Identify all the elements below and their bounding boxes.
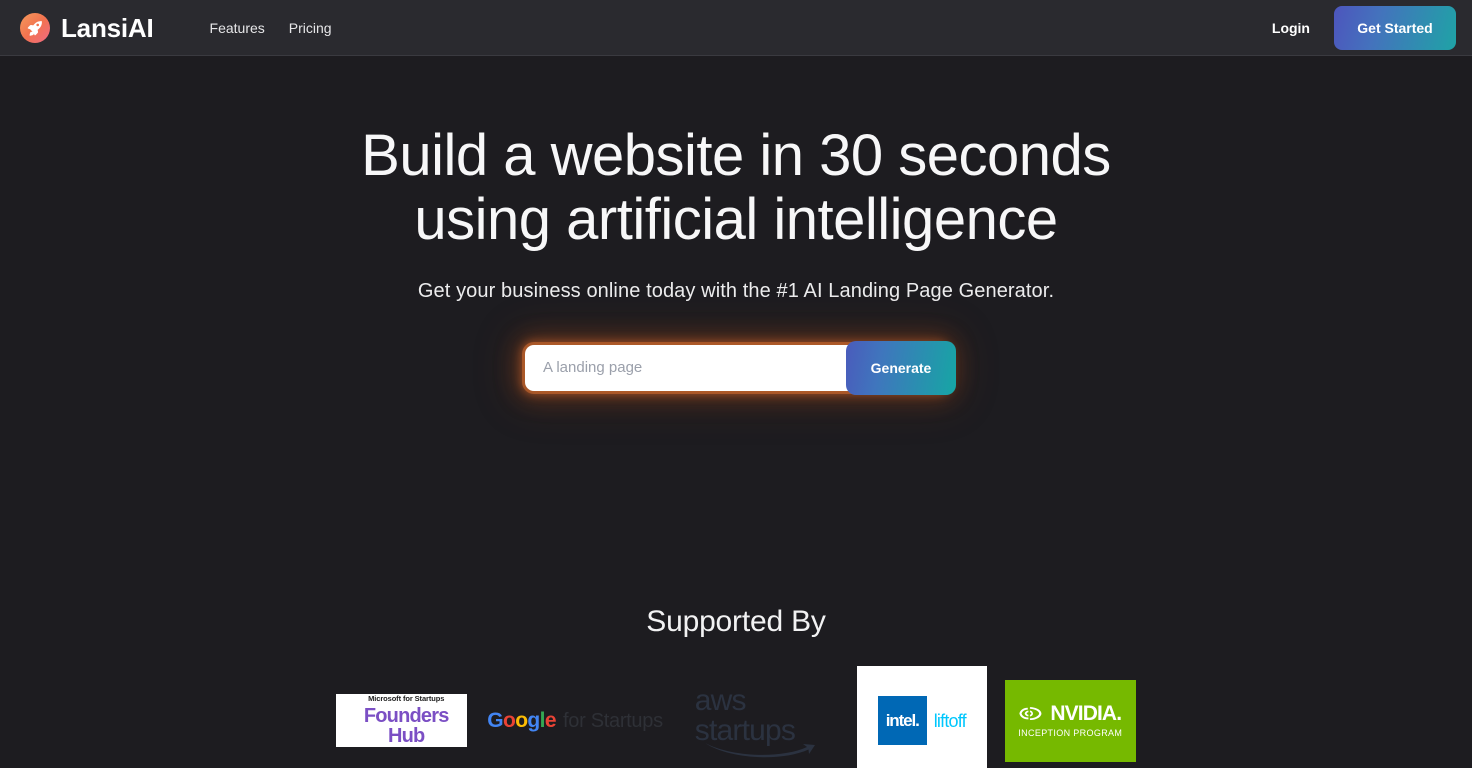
nvidia-program-label: INCEPTION PROGRAM (1018, 728, 1123, 739)
google-letter-g1: G (487, 708, 503, 732)
brand-name: LansiAI (61, 12, 154, 43)
site-header: LansiAI Features Pricing Login Get Start… (0, 0, 1472, 56)
founders-hub-wordmark: Founders Hub (363, 704, 450, 747)
header-actions: Login Get Started (1272, 5, 1456, 50)
google-letter-o1: o (502, 708, 516, 732)
get-started-button[interactable]: Get Started (1334, 5, 1456, 50)
generator-wrap: Generate (0, 340, 1472, 395)
logo-slot-founders-hub: Microsoft for Startups Founders Hub (336, 666, 487, 768)
nvidia-brand-row: NVIDIA. (1019, 702, 1122, 726)
login-link[interactable]: Login (1272, 20, 1310, 36)
supported-by-title: Supported By (646, 604, 826, 638)
generate-button[interactable]: Generate (846, 340, 956, 395)
aws-startups-wordmark: aws startups (694, 683, 796, 747)
google-letter-e: e (544, 708, 557, 732)
generator-form: Generate (525, 340, 956, 395)
hero-section: Build a website in 30 seconds using arti… (0, 56, 1472, 395)
google-for-startups-suffix: for Startups (563, 709, 663, 732)
google-letter-g2: g (527, 708, 540, 732)
nvidia-eye-icon (1019, 707, 1042, 721)
microsoft-founders-hub-logo: Microsoft for Startups Founders Hub (336, 694, 468, 748)
page-title: Build a website in 30 seconds using arti… (361, 123, 1111, 252)
rocket-icon (20, 12, 50, 43)
aws-startups-logo: aws startups (694, 683, 835, 757)
google-letter-o2: o (515, 708, 528, 732)
google-for-startups-logo: Google for Startups (487, 709, 663, 733)
partner-logo-row: Microsoft for Startups Founders Hub Goog… (0, 665, 1472, 768)
nav-link-features[interactable]: Features (198, 14, 277, 42)
primary-nav: Features Pricing (198, 14, 344, 42)
supported-by-section: Supported By Microsoft for Startups Foun… (0, 605, 1472, 768)
intel-wordmark: intel. (885, 711, 920, 731)
logo-slot-nvidia-inception: NVIDIA. INCEPTION PROGRAM (1004, 666, 1136, 768)
logo-slot-google-for-startups: Google for Startups (487, 666, 695, 768)
hero-subtitle: Get your business online today with the … (417, 279, 1055, 302)
logo-slot-intel-liftoff: intel. liftoff (856, 665, 1005, 768)
intel-liftoff-logo: intel. liftoff (856, 665, 987, 768)
nav-link-pricing[interactable]: Pricing (277, 14, 344, 42)
intel-badge: intel. (877, 696, 927, 746)
brand-logo[interactable]: LansiAI (20, 12, 154, 43)
aws-smile-icon (704, 742, 815, 757)
nvidia-inception-logo: NVIDIA. INCEPTION PROGRAM (1004, 679, 1136, 762)
main-content: Build a website in 30 seconds using arti… (0, 56, 1472, 768)
nvidia-wordmark: NVIDIA. (1050, 702, 1122, 726)
liftoff-wordmark: liftoff (933, 710, 967, 731)
founders-hub-eyebrow: Microsoft for Startups (368, 694, 445, 704)
logo-slot-aws-startups: aws startups (695, 666, 857, 768)
